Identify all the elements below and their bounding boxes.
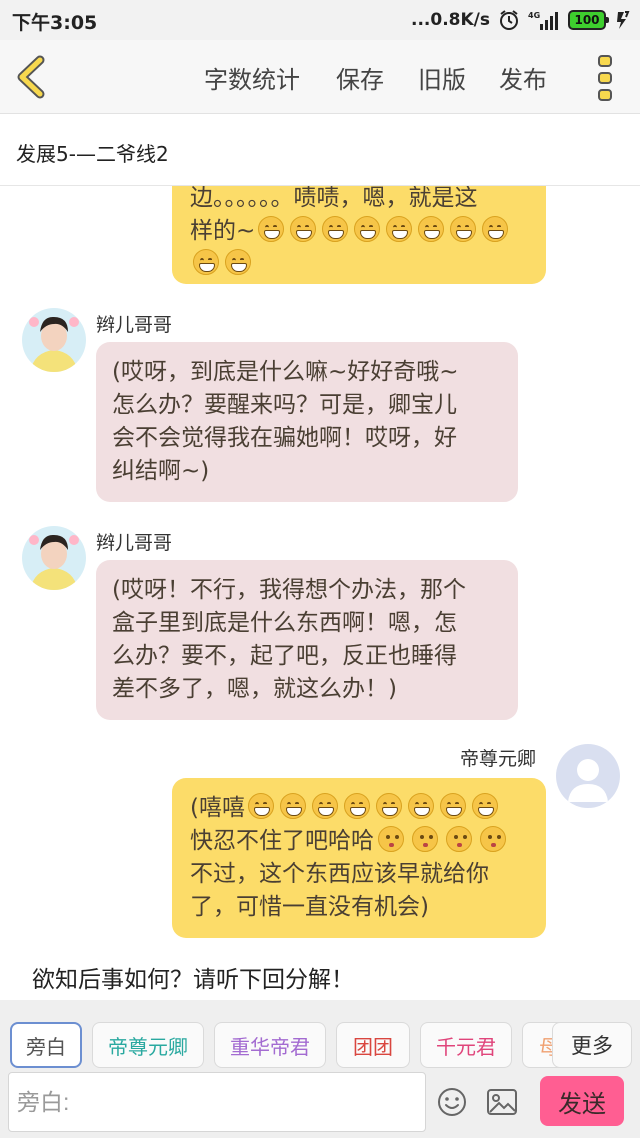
word-count-button[interactable]: 字数统计 bbox=[204, 60, 300, 95]
grin-emoji-icon bbox=[322, 216, 349, 242]
story-title-bar: 发展5-—二爷线2 bbox=[0, 114, 640, 186]
grin-emoji-icon bbox=[225, 249, 251, 275]
message-line: (哎呀，到底是什么嘛~好好奇哦~ bbox=[112, 359, 459, 385]
story-title[interactable]: 发展5-—二爷线2 bbox=[16, 138, 169, 167]
role-chip-narrator[interactable]: 旁白 bbox=[10, 1022, 82, 1068]
message-line: 样的~ bbox=[190, 215, 528, 248]
image-button[interactable] bbox=[486, 1088, 518, 1116]
message-line: 会不会觉得我在骗她啊！哎呀，好 bbox=[112, 425, 457, 451]
editor-toolbar: 字数统计 保存 旧版 发布 bbox=[0, 40, 640, 114]
grin-emoji-icon bbox=[343, 793, 370, 819]
role-label: 团团 bbox=[353, 1034, 393, 1059]
avatar[interactable] bbox=[22, 308, 86, 372]
grin-emoji-icon bbox=[311, 793, 338, 819]
message-line: 快忍不住了吧哈哈 bbox=[190, 825, 528, 858]
message-bubble[interactable]: (嘻嘻 快忍不住了吧哈哈 不过，这个东西应该早就给你 了，可惜一直没有机会) bbox=[172, 778, 546, 938]
blush-emoji-icon bbox=[480, 826, 506, 852]
message-text: 快忍不住了吧哈哈 bbox=[190, 828, 374, 854]
role-selector-bar: 旁白 帝尊元卿 重华帝君 团团 千元君 母 更多 bbox=[0, 1000, 640, 1070]
blush-emoji-icon bbox=[378, 826, 404, 852]
charging-icon bbox=[614, 10, 632, 30]
message-text: (嘻嘻 bbox=[190, 795, 245, 821]
message-line: 纠结啊~) bbox=[112, 458, 210, 484]
sender-name: 帝尊元卿 bbox=[460, 748, 537, 770]
grin-emoji-icon bbox=[439, 793, 466, 819]
vertical-dots-icon bbox=[598, 55, 612, 101]
status-bar: 下午3:05 ...0.8K/s 4G 100 bbox=[0, 0, 640, 40]
sender-name: 辫儿哥哥 bbox=[96, 314, 173, 336]
message-bubble[interactable]: 边。。。。。。啧啧，嗯，就是这 样的~ bbox=[172, 186, 546, 284]
status-indicators: ...0.8K/s 4G 100 bbox=[411, 8, 632, 32]
role-chip-qian-yuan-jun[interactable]: 千元君 bbox=[420, 1022, 512, 1068]
message-line: 盒子里到底是什么东西啊！嗯，怎 bbox=[112, 610, 457, 636]
role-chip-chong-hua-di-jun[interactable]: 重华帝君 bbox=[214, 1022, 326, 1068]
blush-emoji-icon bbox=[446, 826, 472, 852]
grin-emoji-icon bbox=[418, 216, 445, 242]
message-line bbox=[190, 248, 528, 281]
blush-emoji-icon bbox=[412, 826, 438, 852]
message-line: (哎呀！不行，我得想个办法，那个 bbox=[112, 577, 466, 603]
grin-emoji-icon bbox=[247, 793, 274, 819]
narration-text[interactable]: 欲知后事如何？请听下回分解！ bbox=[32, 960, 354, 994]
default-user-avatar-icon bbox=[556, 744, 620, 808]
network-speed: ...0.8K/s bbox=[411, 10, 490, 30]
grin-emoji-icon bbox=[482, 216, 509, 242]
message-line: (嘻嘻 bbox=[190, 792, 528, 825]
message-line: 怎么办？要醒来吗？可是，卿宝儿 bbox=[112, 392, 457, 418]
avatar[interactable] bbox=[556, 744, 620, 808]
boy-avatar-icon bbox=[22, 308, 86, 372]
grin-emoji-icon bbox=[258, 216, 285, 242]
signal-icon: 4G bbox=[528, 10, 560, 30]
message-input[interactable] bbox=[8, 1072, 426, 1132]
message-line: 边。。。。。。啧啧，嗯，就是这 bbox=[190, 186, 478, 211]
overflow-menu-button[interactable] bbox=[592, 54, 618, 102]
message-text: 样的~ bbox=[190, 218, 256, 244]
grin-emoji-icon bbox=[279, 793, 306, 819]
message-bubble[interactable]: (哎呀！不行，我得想个办法，那个 盒子里到底是什么东西啊！嗯，怎 么办？要不，起… bbox=[96, 560, 518, 720]
role-label: 千元君 bbox=[436, 1034, 496, 1059]
save-button[interactable]: 保存 bbox=[336, 60, 384, 95]
svg-text:4G: 4G bbox=[528, 11, 540, 20]
grin-emoji-icon bbox=[450, 216, 477, 242]
emoji-button[interactable] bbox=[436, 1086, 468, 1118]
role-chip-di-zun-yuan-qing[interactable]: 帝尊元卿 bbox=[92, 1022, 204, 1068]
role-label: 帝尊元卿 bbox=[108, 1034, 188, 1059]
grin-emoji-icon bbox=[386, 216, 413, 242]
message-bubble[interactable]: (哎呀，到底是什么嘛~好好奇哦~ 怎么办？要醒来吗？可是，卿宝儿 会不会觉得我在… bbox=[96, 342, 518, 502]
sender-name: 辫儿哥哥 bbox=[96, 532, 173, 554]
grin-emoji-icon bbox=[471, 793, 498, 819]
alarm-icon bbox=[498, 9, 520, 31]
old-version-button[interactable]: 旧版 bbox=[418, 60, 466, 95]
role-label: 旁白 bbox=[26, 1034, 66, 1059]
send-button[interactable]: 发送 bbox=[540, 1076, 624, 1126]
back-arrow-icon bbox=[17, 55, 45, 99]
smiley-icon bbox=[438, 1088, 466, 1116]
publish-button[interactable]: 发布 bbox=[499, 60, 547, 95]
role-label: 重华帝君 bbox=[230, 1034, 310, 1059]
message-line: 不过，这个东西应该早就给你 bbox=[190, 861, 489, 887]
boy-avatar-icon bbox=[22, 526, 86, 590]
message-line: 么办？要不，起了吧，反正也睡得 bbox=[112, 643, 457, 669]
back-button[interactable] bbox=[12, 54, 56, 100]
grin-emoji-icon bbox=[290, 216, 317, 242]
grin-emoji-icon bbox=[193, 249, 219, 275]
grin-emoji-icon bbox=[375, 793, 402, 819]
status-time: 下午3:05 bbox=[12, 12, 98, 34]
chat-area[interactable]: 边。。。。。。啧啧，嗯，就是这 样的~ 辫儿哥哥 (哎呀，到底是什么嘛~好好奇哦… bbox=[0, 186, 640, 1000]
role-chip-tuan-tuan[interactable]: 团团 bbox=[336, 1022, 410, 1068]
grin-emoji-icon bbox=[354, 216, 381, 242]
battery-icon: 100 bbox=[568, 10, 609, 30]
picture-icon bbox=[487, 1089, 517, 1115]
avatar[interactable] bbox=[22, 526, 86, 590]
message-line: 差不多了，嗯，就这么办！) bbox=[112, 676, 397, 702]
grin-emoji-icon bbox=[407, 793, 434, 819]
input-bar: 发送 bbox=[0, 1070, 640, 1138]
message-line: 了，可惜一直没有机会) bbox=[190, 894, 429, 920]
more-roles-button[interactable]: 更多 bbox=[552, 1022, 632, 1068]
